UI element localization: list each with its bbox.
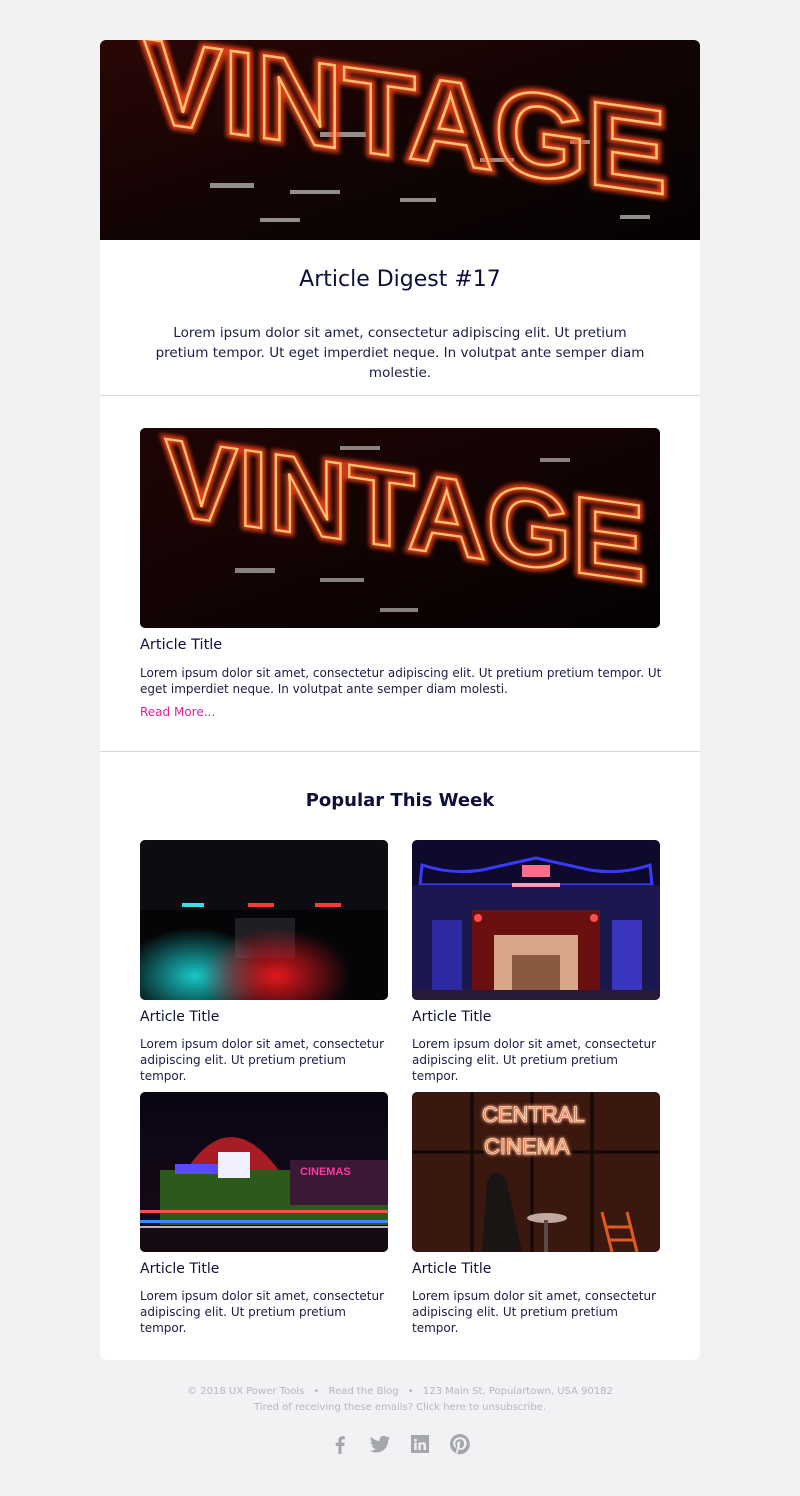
svg-text:CENTRAL: CENTRAL [482,1102,585,1127]
hero-image: VINTAGE VINTAGE [100,40,700,240]
popular-article-summary: Lorem ipsum dolor sit amet, consectetur … [412,1289,657,1335]
popular-article-summary: Lorem ipsum dolor sit amet, consectetur … [140,1037,385,1083]
email-card: VINTAGE VINTAGE Article Digest #17 Lorem… [100,40,700,1360]
twitter-icon[interactable] [368,1432,392,1456]
popular-article-title[interactable]: Article Title [412,1009,491,1025]
digest-intro: Lorem ipsum dolor sit amet, consectetur … [155,325,645,381]
facebook-icon[interactable] [328,1432,352,1456]
divider [100,395,700,396]
footer-address: 123 Main St, Populartown, USA 90182 [422,1386,613,1397]
linkedin-icon[interactable] [408,1432,432,1456]
svg-text:CINEMA: CINEMA [484,1134,570,1159]
divider [100,751,700,752]
footer-separator: • [313,1386,320,1397]
pinterest-icon[interactable] [448,1432,472,1456]
footer-blog-link[interactable]: Read the Blog [329,1386,399,1397]
feature-article-summary: Lorem ipsum dolor sit amet, consectetur … [140,666,662,696]
feature-article-title[interactable]: Article Title [140,637,222,653]
popular-article-image[interactable] [140,840,388,1000]
footer-unsubscribe: Tired of receiving these emails? Click h… [0,1402,800,1413]
popular-article-summary: Lorem ipsum dolor sit amet, consectetur … [140,1289,385,1335]
svg-text:CINEMAS: CINEMAS [300,1166,351,1178]
popular-article-title[interactable]: Article Title [412,1261,491,1277]
popular-article-summary: Lorem ipsum dolor sit amet, consectetur … [412,1037,657,1083]
popular-article-title[interactable]: Article Title [140,1009,219,1025]
popular-article-title[interactable]: Article Title [140,1261,219,1277]
read-more-link[interactable]: Read More... [140,705,215,719]
footer-separator: • [407,1386,414,1397]
popular-article-image[interactable]: CENTRAL CENTRAL CINEMA CINEMA [412,1092,660,1252]
unsubscribe-link[interactable]: Tired of receiving these emails? Click h… [254,1402,546,1413]
popular-article-image[interactable] [412,840,660,1000]
feature-article-image[interactable]: VINTAGE VINTAGE [140,428,660,628]
popular-article-image[interactable]: CINEMAS [140,1092,388,1252]
digest-title: Article Digest #17 [299,267,501,292]
popular-section-title: Popular This Week [305,790,495,811]
footer-info: © 2018 UX Power Tools • Read the Blog • … [0,1386,800,1397]
footer-copyright: © 2018 UX Power Tools [187,1386,305,1397]
